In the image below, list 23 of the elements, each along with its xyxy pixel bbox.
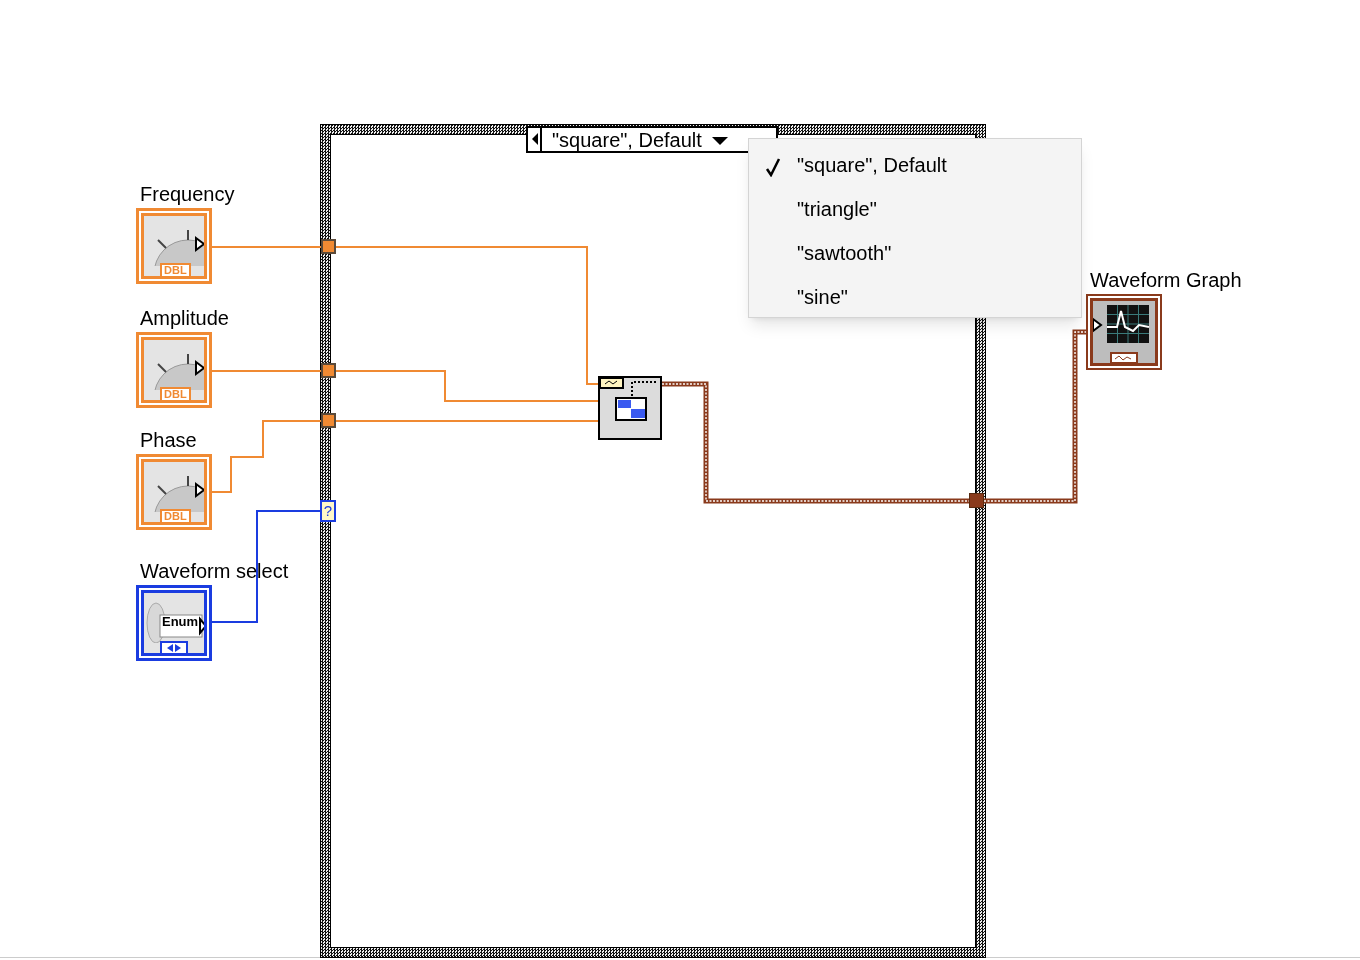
tunnel (969, 493, 984, 508)
selector-tunnel: ? (320, 500, 336, 522)
control-label: Phase (140, 428, 197, 452)
selector-value: "square", Default (552, 128, 702, 151)
tunnel (321, 413, 336, 428)
tunnel (321, 363, 336, 378)
increment-arrows-icon (167, 644, 181, 652)
control-label: Frequency (140, 182, 235, 206)
type-label: DBL (160, 263, 191, 276)
menu-item[interactable]: "sine" (749, 275, 1081, 319)
control-label: Amplitude (140, 306, 229, 330)
menu-item[interactable]: "triangle" (749, 187, 1081, 231)
dropdown-arrow-icon (711, 134, 728, 145)
type-label: DBL (160, 509, 191, 522)
graph-indicator-terminal[interactable] (1086, 294, 1162, 370)
subvi-node[interactable] (598, 376, 662, 440)
enum-control-terminal[interactable]: Enum (136, 585, 212, 661)
type-label: DBL (160, 387, 191, 400)
tunnel (321, 239, 336, 254)
case-selector[interactable]: "square", Default (526, 126, 778, 153)
type-label: Enum (162, 614, 199, 630)
menu-item[interactable]: "sawtooth" (749, 231, 1081, 275)
indicator-label: Waveform Graph (1090, 268, 1242, 292)
